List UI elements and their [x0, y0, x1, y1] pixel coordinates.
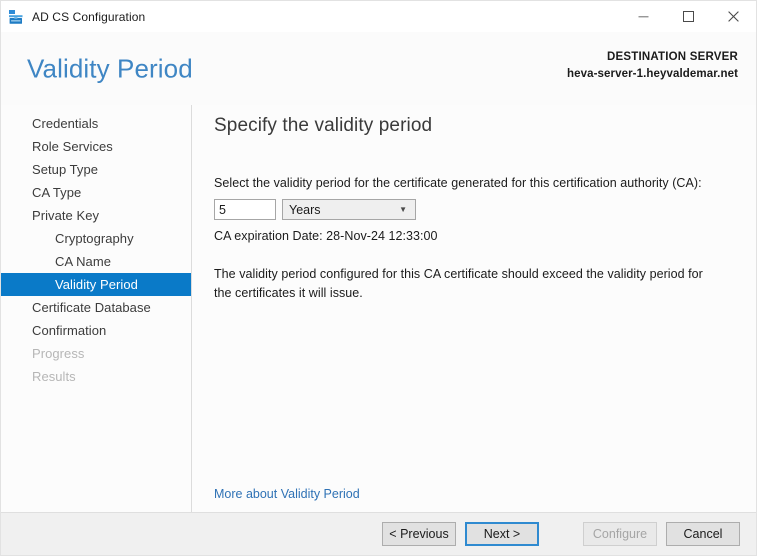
maximize-button[interactable] — [666, 1, 711, 32]
page-title: Validity Period — [27, 53, 193, 83]
configure-button: Configure — [583, 522, 657, 546]
close-button[interactable] — [711, 1, 756, 32]
validity-period-field-row: Years ▼ — [214, 199, 736, 220]
page-header: Validity Period DESTINATION SERVER heva-… — [1, 32, 756, 105]
sidebar-item-confirmation[interactable]: Confirmation — [1, 319, 191, 342]
more-about-validity-period-link[interactable]: More about Validity Period — [214, 487, 360, 501]
wizard-footer: < Previous Next > Configure Cancel — [1, 512, 756, 555]
sidebar-item-credentials[interactable]: Credentials — [1, 112, 191, 135]
validity-period-unit-dropdown[interactable]: Years ▼ — [282, 199, 416, 220]
sidebar-item-results: Results — [32, 369, 76, 384]
sidebar-item-setup-type[interactable]: Setup Type — [1, 158, 191, 181]
window-controls — [621, 1, 756, 32]
destination-server-block: DESTINATION SERVER heva-server-1.heyvald… — [567, 49, 738, 82]
wizard-navigation-sidebar: Credentials Role Services Setup Type CA … — [1, 105, 192, 512]
ad-cs-configuration-icon — [8, 9, 24, 25]
next-button[interactable]: Next > — [465, 522, 539, 546]
sidebar-item-private-key[interactable]: Private Key — [1, 204, 191, 227]
validity-period-note: The validity period configured for this … — [214, 267, 703, 301]
sidebar-item-cryptography[interactable]: Cryptography — [1, 227, 191, 250]
sidebar-item-validity-period[interactable]: Validity Period — [1, 273, 191, 296]
wizard-body: Credentials Role Services Setup Type CA … — [1, 105, 756, 512]
sidebar-item-ca-name[interactable]: CA Name — [1, 250, 191, 273]
validity-period-value-input[interactable] — [214, 199, 276, 220]
title-bar: AD CS Configuration — [1, 1, 756, 32]
destination-server-name: heva-server-1.heyvaldemar.net — [566, 67, 738, 80]
window-title: AD CS Configuration — [32, 9, 146, 24]
minimize-button[interactable] — [621, 1, 666, 32]
chevron-down-icon: ▼ — [399, 204, 407, 214]
cancel-button[interactable]: Cancel — [666, 522, 740, 546]
previous-button[interactable]: < Previous — [382, 522, 456, 546]
content-title: Specify the validity period — [214, 115, 433, 136]
content-pane: Specify the validity period Select the v… — [192, 105, 756, 512]
validity-period-instruction: Select the validity period for the certi… — [214, 176, 702, 190]
title-bar-left: AD CS Configuration — [1, 9, 145, 25]
ca-expiration-date-text: CA expiration Date: 28-Nov-24 12:33:00 — [214, 229, 438, 243]
ad-cs-configuration-window: AD CS Configuration Validity Period DEST… — [0, 0, 757, 556]
destination-server-label: DESTINATION SERVER — [607, 51, 738, 63]
sidebar-item-progress: Progress — [32, 346, 85, 361]
sidebar-item-role-services[interactable]: Role Services — [1, 135, 191, 158]
sidebar-item-ca-type[interactable]: CA Type — [1, 181, 191, 204]
sidebar-item-certificate-database[interactable]: Certificate Database — [1, 296, 191, 319]
validity-period-unit-value: Years — [289, 202, 321, 217]
